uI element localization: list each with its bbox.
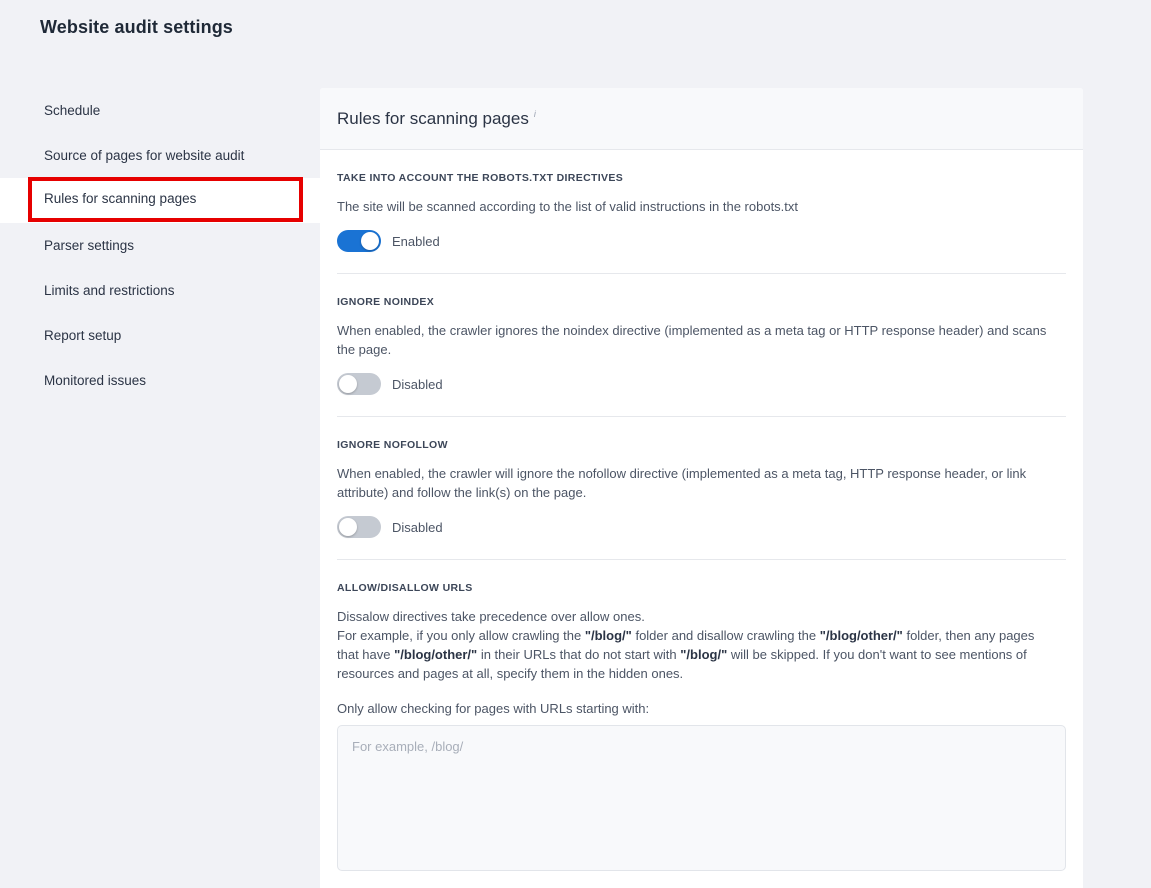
section-allow-disallow-urls: ALLOW/DISALLOW URLS Dissalow directives … — [337, 560, 1066, 888]
section-description: The site will be scanned according to th… — [337, 197, 1055, 216]
toggle-knob-icon — [361, 232, 379, 250]
section-ignore-nofollow: IGNORE NOFOLLOW When enabled, the crawle… — [337, 417, 1066, 560]
robots-txt-toggle[interactable] — [337, 230, 381, 252]
sidebar-item-parser-settings[interactable]: Parser settings — [0, 223, 320, 268]
sidebar-item-report-setup[interactable]: Report setup — [0, 313, 320, 358]
settings-sidebar: Schedule Source of pages for website aud… — [0, 88, 320, 403]
section-description: When enabled, the crawler will ignore th… — [337, 464, 1055, 502]
toggle-row-ignore-nofollow: Disabled — [337, 516, 1066, 538]
section-label: IGNORE NOINDEX — [337, 296, 1066, 308]
sidebar-item-label: Monitored issues — [44, 373, 146, 388]
section-robots-txt-directives: TAKE INTO ACCOUNT THE ROBOTS.TXT DIRECTI… — [337, 150, 1066, 274]
settings-panel: Rules for scanning pages i TAKE INTO ACCO… — [320, 88, 1083, 888]
sidebar-item-schedule[interactable]: Schedule — [0, 88, 320, 133]
sidebar-item-source-of-pages[interactable]: Source of pages for website audit — [0, 133, 320, 178]
sidebar-item-label: Schedule — [44, 103, 100, 118]
sidebar-item-label: Report setup — [44, 328, 121, 343]
panel-body: TAKE INTO ACCOUNT THE ROBOTS.TXT DIRECTI… — [320, 150, 1083, 888]
info-icon[interactable]: i — [534, 109, 536, 119]
toggle-knob-icon — [339, 375, 357, 393]
toggle-state-label: Disabled — [392, 520, 443, 535]
toggle-state-label: Enabled — [392, 234, 440, 249]
sidebar-item-label: Parser settings — [44, 238, 134, 253]
ignore-nofollow-toggle[interactable] — [337, 516, 381, 538]
sidebar-item-label: Source of pages for website audit — [44, 148, 244, 163]
section-label: TAKE INTO ACCOUNT THE ROBOTS.TXT DIRECTI… — [337, 172, 1066, 184]
section-description: When enabled, the crawler ignores the no… — [337, 321, 1055, 359]
toggle-knob-icon — [339, 518, 357, 536]
toggle-state-label: Disabled — [392, 377, 443, 392]
description-emphasis: "/blog/" — [585, 628, 632, 643]
section-label: IGNORE NOFOLLOW — [337, 439, 1066, 451]
section-ignore-noindex: IGNORE NOINDEX When enabled, the crawler… — [337, 274, 1066, 417]
section-label: ALLOW/DISALLOW URLS — [337, 582, 1066, 594]
description-part: in their URLs that do not start with — [477, 647, 680, 662]
panel-header: Rules for scanning pages i — [320, 88, 1083, 150]
sidebar-item-monitored-issues[interactable]: Monitored issues — [0, 358, 320, 403]
page-title: Website audit settings — [40, 17, 233, 38]
allow-urls-textarea[interactable] — [337, 725, 1066, 871]
panel-title: Rules for scanning pages i — [337, 109, 536, 129]
sidebar-item-label: Limits and restrictions — [44, 283, 175, 298]
section-description: Dissalow directives take precedence over… — [337, 607, 1055, 683]
description-emphasis: "/blog/other/" — [394, 647, 477, 662]
ignore-noindex-toggle[interactable] — [337, 373, 381, 395]
toggle-row-robots-txt: Enabled — [337, 230, 1066, 252]
description-part: For example, if you only allow crawling … — [337, 628, 585, 643]
allow-urls-field-label: Only allow checking for pages with URLs … — [337, 701, 1066, 716]
description-part: folder and disallow crawling the — [632, 628, 820, 643]
panel-title-text: Rules for scanning pages — [337, 109, 529, 128]
description-line-1: Dissalow directives take precedence over… — [337, 609, 645, 624]
description-emphasis: "/blog/other/" — [820, 628, 903, 643]
toggle-row-ignore-noindex: Disabled — [337, 373, 1066, 395]
sidebar-item-label-active: Rules for scanning pages — [44, 191, 196, 206]
description-emphasis: "/blog/" — [680, 647, 727, 662]
sidebar-item-limits-and-restrictions[interactable]: Limits and restrictions — [0, 268, 320, 313]
